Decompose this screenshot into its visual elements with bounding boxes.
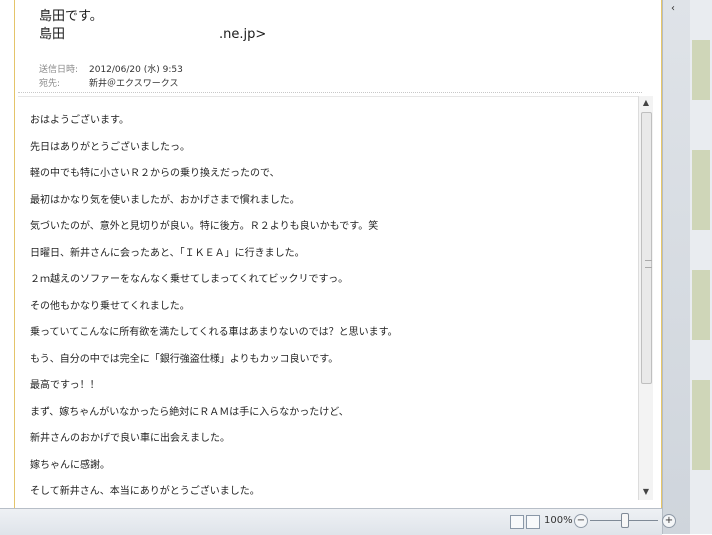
zoom-level[interactable]: 100% [544,515,573,526]
body-line: もう、自分の中では完全に「銀行強盗仕様」よりもカッコ良いです。 [30,353,339,365]
to-value[interactable]: 新井＠エクスワークス [89,77,178,91]
sender-name[interactable]: 島田 [39,26,65,44]
body-line: その他もかなり乗せてくれました。 [30,300,190,312]
body-line: 最初はかなり気を使いましたが、おかげさまで慣れました。 [30,194,300,206]
body-line: おはようございます。 [30,115,129,126]
background-thumbnail [692,150,710,230]
body-line: 最高ですっ！！ [30,380,100,391]
plus-icon[interactable]: + [662,514,676,528]
header-divider [18,92,642,93]
vertical-scrollbar[interactable]: ▲ ▼ [638,96,653,500]
body-line: 嫁ちゃんに感謝。 [30,459,110,471]
chevron-left-icon[interactable]: ‹ [671,3,675,14]
body-line: 日曜日、新井さんに会ったあと、「ＩＫＥＡ」に行きました。 [30,247,305,259]
normal-view-icon[interactable] [526,515,540,529]
body-line: ２ｍ越えのソファーをなんなく乗せてしまってくれてビックリですっ。 [30,274,349,285]
background-thumbnail [692,380,710,470]
sent-row: 送信日時: 2012/06/20 (水) 9:53 [39,63,183,77]
body-line: 先日はありがとうございましたっ。 [30,141,190,153]
sent-label: 送信日時: [39,65,79,75]
sender-address[interactable]: .ne.jp> [219,26,266,44]
scroll-grip [645,260,652,268]
message-meta: 送信日時: 2012/06/20 (水) 9:53 宛先: 新井＠エクスワークス [39,63,183,91]
subject-line: 島田です。 [39,9,103,24]
right-panel-strip: ‹ [662,0,691,534]
scroll-up-arrow-icon[interactable]: ▲ [640,97,652,109]
zoom-slider-thumb[interactable] [621,513,629,528]
message-body[interactable]: おはようございます。先日はありがとうございましたっ。軽の中でも特に小さいＲ２から… [18,96,638,499]
body-line: 軽の中でも特に小さいＲ２からの乗り換えだったので、 [30,168,280,179]
minus-icon[interactable]: − [574,514,588,528]
message-header: 島田です。 島田 .ne.jp> [39,8,359,44]
to-label: 宛先: [39,79,61,89]
body-line: そして新井さん、本当にありがとうございました。 [30,486,260,497]
body-line: 気づいたのが、意外と見切りが良い。特に後方。Ｒ２よりも良いかもです。笑 [30,221,379,232]
to-row: 宛先: 新井＠エクスワークス [39,77,183,91]
background-thumbnail [692,270,710,340]
background-thumbnail [692,40,710,100]
body-line: 新井さんのおかげで良い車に出会えました。 [30,433,230,444]
scroll-thumb[interactable] [641,112,652,384]
body-line: まず、嫁ちゃんがいなかったら絶対にＲＡＭは手に入らなかったけど、 [30,406,349,418]
desktop-edge [690,0,712,534]
sender-line: 島田 .ne.jp> [39,26,359,44]
status-bar: 100% − + [0,508,676,535]
scroll-down-arrow-icon[interactable]: ▼ [640,486,652,498]
sent-value: 2012/06/20 (水) 9:53 [89,65,183,75]
body-line: 乗っていてこんなに所有欲を満たしてくれる車はあまりないのでは？と思います。 [30,327,398,338]
reading-view-icon[interactable] [510,515,524,529]
